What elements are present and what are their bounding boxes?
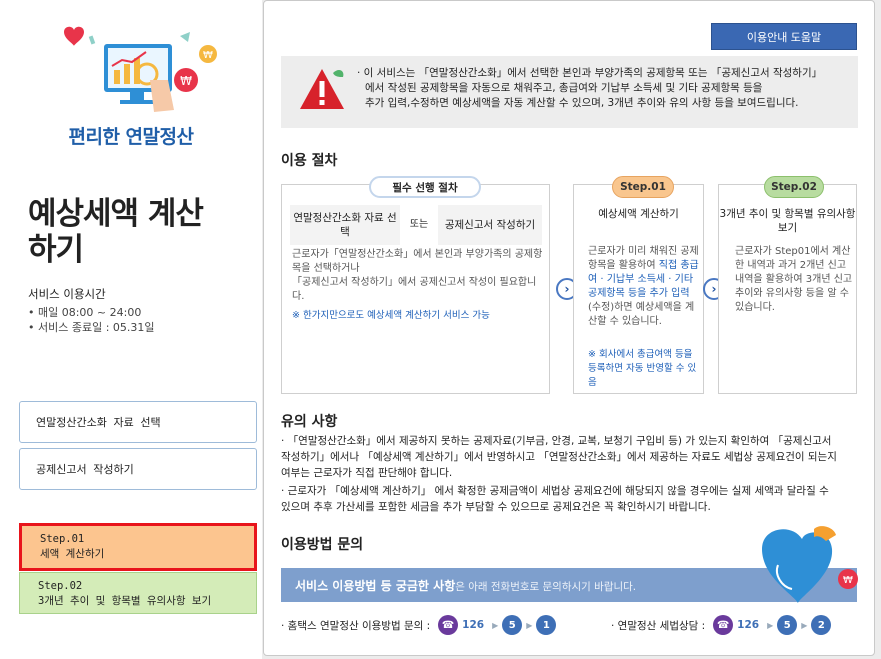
prereq-select-data: 연말정산간소화 자료 선택 bbox=[290, 205, 400, 245]
help-guide-button[interactable]: 이용안내 도움말 bbox=[711, 23, 857, 50]
triangle-right-icon: ▶ bbox=[767, 620, 774, 630]
step2-head: 3개년 추이 및 항목별 유의사항 보기 bbox=[719, 208, 856, 234]
tax-number: 126 bbox=[737, 619, 760, 631]
notice-line: · 이 서비스는 「연말정산간소화」에서 선택한 본인과 부양가족의 공제항목 … bbox=[357, 67, 823, 79]
prereq-text: 「공제신고서 작성하기」에서 공제신고서 작성이 필요합니다. bbox=[292, 277, 537, 302]
notice-box: · 이 서비스는 「연말정산간소화」에서 선택한 본인과 부양가족의 공제항목 … bbox=[281, 56, 858, 128]
step2-label: 3개년 추이 및 항목별 유의사항 보기 bbox=[38, 595, 212, 607]
step2-trend-button[interactable]: Step.02 3개년 추이 및 항목별 유의사항 보기 bbox=[19, 572, 257, 614]
notice-line: 추가 입력,수정하면 예상세액을 자동 계산할 수 있으며, 3개년 추이와 유… bbox=[365, 97, 799, 109]
prerequisite-pill: 필수 선행 절차 bbox=[369, 176, 481, 198]
svg-text:₩: ₩ bbox=[203, 50, 213, 61]
contact-band-bold: 서비스 이용방법 등 궁금한 사항 bbox=[295, 579, 456, 593]
contact-title: 이용방법 문의 bbox=[281, 537, 364, 553]
hometax-number: 126 bbox=[462, 619, 485, 631]
main-panel: 이용안내 도움말 · 이 서비스는 「연말정산간소화」에서 선택한 본인과 부양… bbox=[263, 0, 875, 656]
step2-text: 근로자가 Step01에서 계산한 내역과 과거 2개년 신고내역을 활용하여 … bbox=[735, 246, 853, 313]
step2-pill: Step.02 bbox=[764, 176, 824, 198]
step1-number: Step.01 bbox=[40, 533, 85, 545]
caution-item: · 근로자가 「예상세액 계산하기」 에서 확정한 공제금액이 세법상 공제요건… bbox=[281, 485, 829, 513]
contact-band-text: 은 아래 전화번호로 문의하시기 바랍니다. bbox=[455, 581, 637, 593]
step1-box: Step.01 예상세액 계산하기 근로자가 미리 채워진 공제항목을 활용하여… bbox=[573, 176, 704, 394]
phone-icon: ☎ bbox=[713, 615, 734, 635]
notice-line: 에서 작성된 공제항목을 자동으로 채워주고, 총급여와 기납부 소득세 및 기… bbox=[365, 82, 763, 94]
write-report-button[interactable]: 공제신고서 작성하기 bbox=[19, 448, 257, 490]
select-data-button[interactable]: 연말정산간소화 자료 선택 bbox=[19, 401, 257, 443]
triangle-right-icon: ▶ bbox=[526, 620, 533, 630]
prerequisite-box: 필수 선행 절차 연말정산간소화 자료 선택 또는 공제신고서 작성하기 근로자… bbox=[281, 176, 550, 394]
step1-pill: Step.01 bbox=[612, 176, 674, 198]
caution-title: 유의 사항 bbox=[281, 414, 338, 430]
procedure-title: 이용 절차 bbox=[281, 153, 338, 169]
brand-title: 편리한 연말정산 bbox=[68, 126, 194, 148]
tax-digit-1: 5 bbox=[777, 615, 798, 635]
prereq-or: 또는 bbox=[400, 205, 438, 245]
hometax-contact: · 홈택스 연말정산 이용방법 문의 : ☎ 126 ▶ 5 ▶ 1 bbox=[281, 615, 557, 635]
left-sidebar: ₩ ₩ 편리한 연말정산 예상세액 계산하기 서비스 이용시간 • 매일 08:… bbox=[0, 0, 262, 659]
service-hours-daily: • 매일 08:00 ~ 24:00 bbox=[28, 306, 142, 319]
prereq-note: ※ 한가지만으로도 예상세액 계산하기 서비스 가능 bbox=[292, 310, 490, 321]
phone-icon: ₩ bbox=[762, 526, 858, 603]
phone-icon: ☎ bbox=[438, 615, 459, 635]
hometax-digit-2: 1 bbox=[536, 615, 557, 635]
step1-text-end: (수정)하면 예상세액을 계산할 수 있습니다. bbox=[588, 302, 695, 327]
hometax-contact-label: · 홈택스 연말정산 이용방법 문의 : bbox=[281, 619, 431, 632]
warning-icon bbox=[300, 69, 344, 109]
step1-label: 세액 계산하기 bbox=[40, 548, 105, 560]
caution-item: · 「연말정산간소화」에서 제공하지 못하는 공제자료(기부금, 안경, 교복,… bbox=[281, 435, 837, 479]
step1-head: 예상세액 계산하기 bbox=[598, 208, 679, 220]
svg-text:₩: ₩ bbox=[180, 74, 192, 88]
tax-digit-2: 2 bbox=[811, 615, 832, 635]
prereq-text: 근로자가「연말정산간소화」에서 본인과 부양가족의 공제항목을 선택하거나 bbox=[292, 249, 543, 274]
step1-note: ※ 회사에서 총급여액 등을 등록하면 자동 반영할 수 있음 bbox=[588, 349, 697, 388]
triangle-right-icon: ▶ bbox=[492, 620, 499, 630]
step2-number: Step.02 bbox=[38, 580, 83, 592]
monitor-chart-icon: ₩ ₩ bbox=[64, 26, 217, 112]
step1-calculate-button[interactable]: Step.01 세액 계산하기 bbox=[19, 523, 257, 571]
svg-text:₩: ₩ bbox=[843, 575, 853, 586]
service-end-date: • 서비스 종료일 : 05.31일 bbox=[28, 321, 155, 334]
prereq-write-report: 공제신고서 작성하기 bbox=[438, 205, 542, 245]
service-hours-label: 서비스 이용시간 bbox=[28, 287, 106, 301]
tax-consult-label: · 연말정산 세법상담 : bbox=[611, 619, 706, 632]
tax-consult-contact: · 연말정산 세법상담 : ☎ 126 ▶ 5 ▶ 2 bbox=[611, 615, 832, 635]
hometax-digit-1: 5 bbox=[502, 615, 523, 635]
triangle-right-icon: ▶ bbox=[801, 620, 808, 630]
page-title: 예상세액 계산하기 bbox=[28, 196, 204, 268]
step2-box: Step.02 3개년 추이 및 항목별 유의사항 보기 근로자가 Step01… bbox=[718, 176, 857, 394]
